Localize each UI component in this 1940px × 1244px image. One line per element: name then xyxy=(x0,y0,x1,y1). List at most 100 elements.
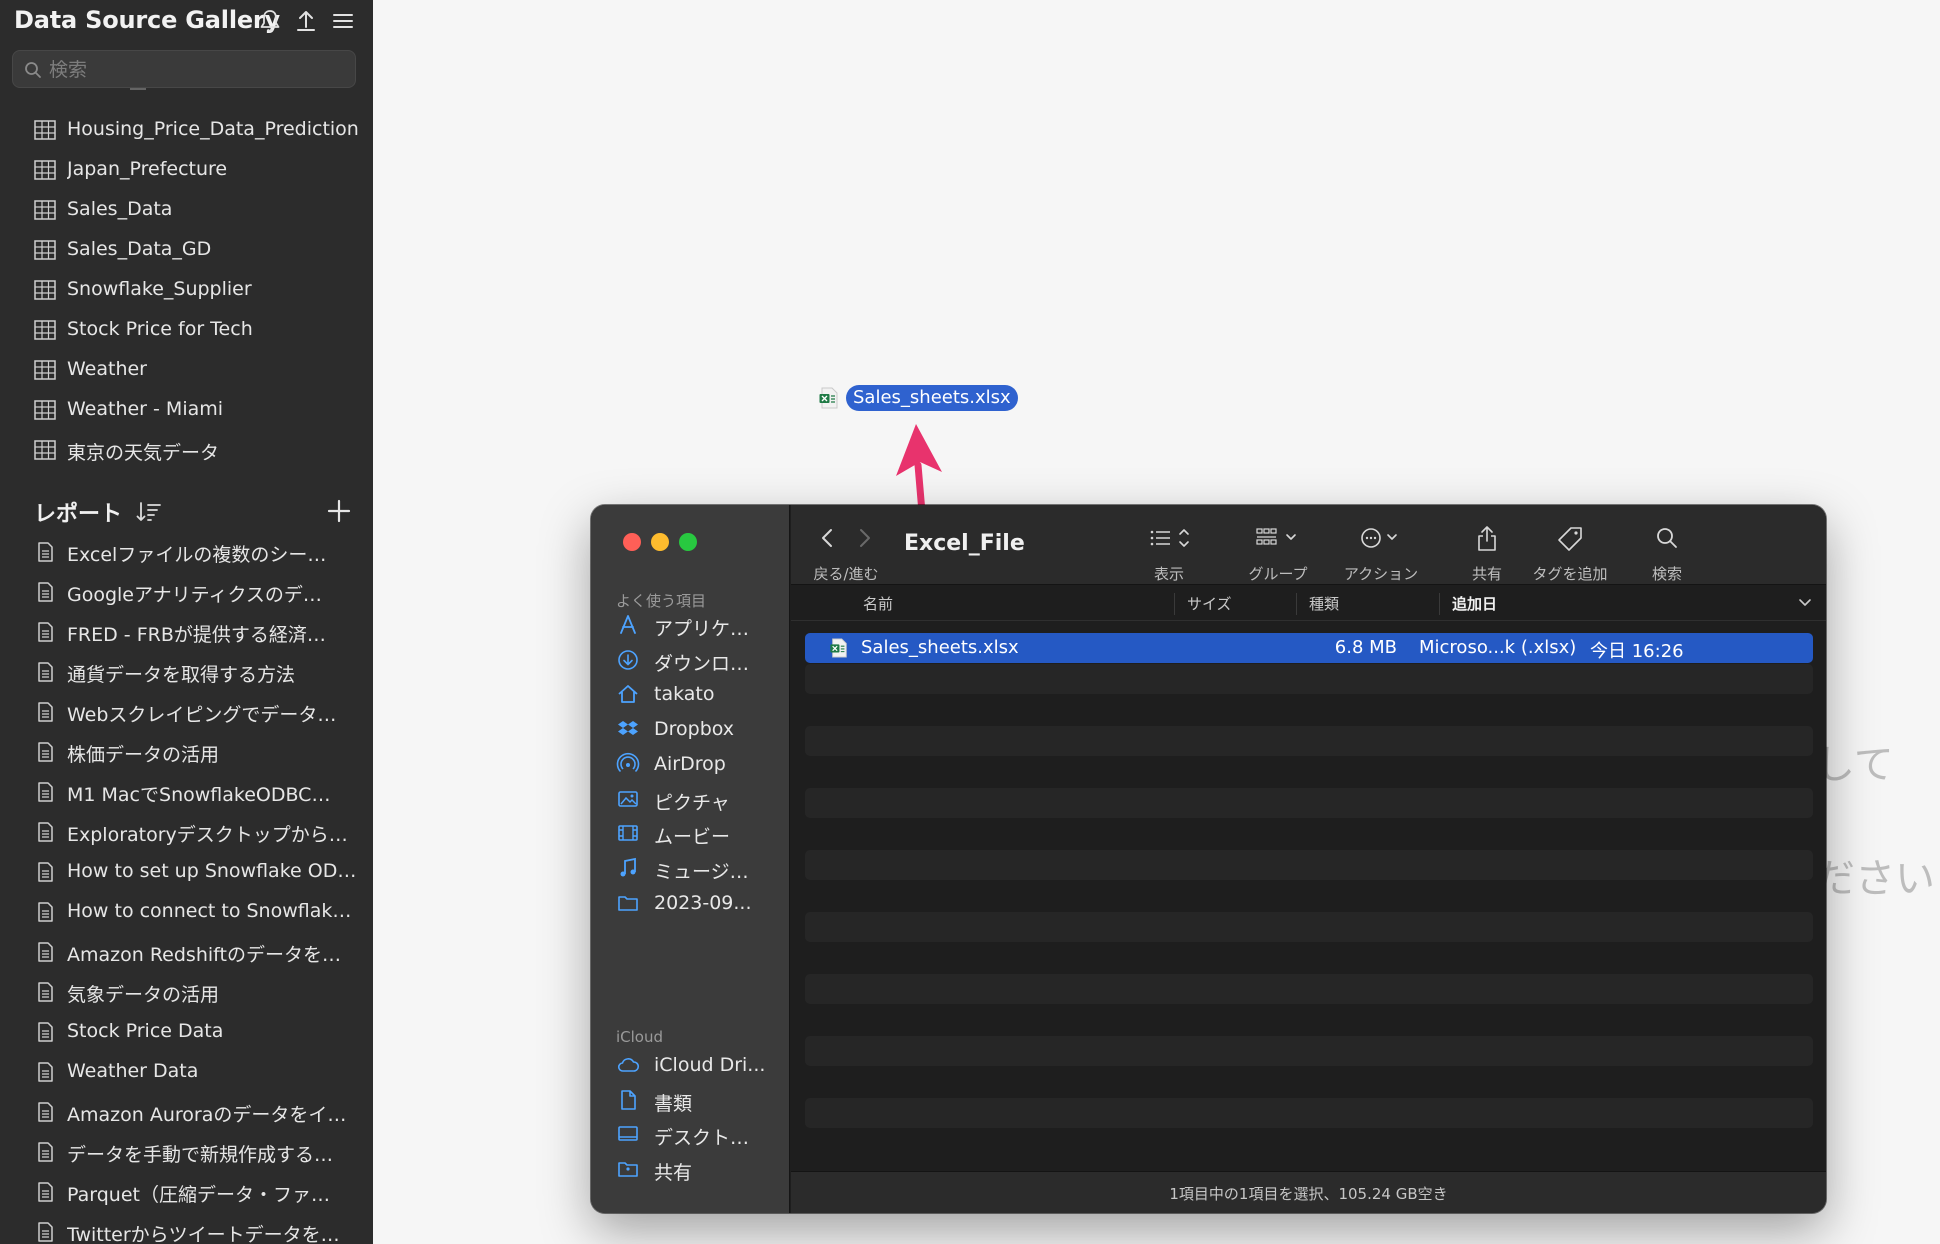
bell-icon[interactable] xyxy=(257,8,283,34)
menu-icon[interactable] xyxy=(330,8,356,34)
report-item[interactable]: Excelファイルの複数のシー… xyxy=(0,532,373,572)
table-icon xyxy=(34,160,56,180)
datasource-item-label: Weather xyxy=(67,358,147,380)
report-item[interactable]: M1 MacでSnowflakeODBC… xyxy=(0,772,373,812)
search-icon xyxy=(25,62,41,78)
view-button[interactable]: 表示 xyxy=(1143,525,1195,583)
finder-search-button[interactable]: 検索 xyxy=(1647,525,1687,583)
report-item[interactable]: Parquet（圧縮データ・ファ… xyxy=(0,1172,373,1212)
finder-sidebar-item-label: ムービー xyxy=(654,826,731,849)
column-name[interactable]: 名前 xyxy=(863,593,893,614)
finder-sidebar-item-label: 書類 xyxy=(654,1092,693,1115)
add-tag-caption: タグを追加 xyxy=(1532,565,1608,583)
datasource-item-label: Snowflake_Supplier xyxy=(67,278,252,300)
search-box[interactable] xyxy=(12,50,356,88)
datasource-item[interactable]: Weather xyxy=(0,350,373,390)
datasource-item[interactable]: Stock Price for Tech xyxy=(0,310,373,350)
finder-sidebar-item[interactable]: アプリケ… xyxy=(616,608,786,642)
datasource-item-label: Sales_Data xyxy=(67,198,173,220)
empty-row xyxy=(805,974,1813,1004)
report-item[interactable]: Googleアナリティクスのデ… xyxy=(0,572,373,612)
report-document-icon xyxy=(38,1222,53,1242)
report-document-icon xyxy=(38,582,53,602)
finder-sidebar-item[interactable]: 書類 xyxy=(616,1083,786,1117)
reports-header: レポート xyxy=(0,490,373,532)
finder-sidebar-item[interactable]: ダウンロ… xyxy=(616,643,786,677)
report-list: Excelファイルの複数のシー… Googleアナリティクスのデ… FRED - F… xyxy=(0,532,373,1244)
datasource-list: Housing_Price_Data_Prediction Japan_Prefe… xyxy=(0,110,373,470)
report-item-label: FRED - FRBが提供する経済… xyxy=(67,624,326,646)
finder-sidebar: よく使う項目 アプリケ… ダウンロ… takato Dropbox AirDrop ピクチ… xyxy=(591,505,790,1213)
datasource-item[interactable]: Japan_Prefecture xyxy=(0,150,373,190)
file-row[interactable]: Sales_sheets.xlsx 6.8 MB Microso...k (.xls… xyxy=(805,633,1813,663)
finder-sidebar-item[interactable]: AirDrop xyxy=(616,747,786,781)
report-item[interactable]: 通貨データを取得する方法 xyxy=(0,652,373,692)
report-item[interactable]: Amazon Auroraのデータをイ… xyxy=(0,1092,373,1132)
add-report-icon[interactable] xyxy=(326,498,352,524)
action-button[interactable]: アクション xyxy=(1341,525,1421,583)
minimize-window-button[interactable] xyxy=(651,533,669,551)
upload-icon[interactable] xyxy=(293,8,319,34)
close-window-button[interactable] xyxy=(623,533,641,551)
datasource-item-label: Stock Price for Tech xyxy=(67,318,253,340)
view-caption: 表示 xyxy=(1153,565,1185,583)
status-text: 1項目中の1項目を選択、105.24 GB空き xyxy=(1169,1185,1448,1203)
report-item-label: データを手動で新規作成する… xyxy=(67,1144,334,1166)
datasource-item-label: Weather - Miami xyxy=(67,398,224,420)
datasource-item[interactable]: Housing_Price_Data_Prediction xyxy=(0,110,373,150)
status-bar: 1項目中の1項目を選択、105.24 GB空き xyxy=(791,1171,1826,1213)
report-item[interactable]: 株価データの活用 xyxy=(0,732,373,772)
excel-file-icon xyxy=(819,387,838,409)
datasource-item[interactable]: Snowflake_Supplier xyxy=(0,270,373,310)
datasource-item[interactable]: 東京の天気データ xyxy=(0,430,373,470)
datasource-item[interactable]: Sales_Data_GD xyxy=(0,230,373,270)
sort-chevron-down-icon[interactable] xyxy=(1798,597,1812,609)
finder-sidebar-item[interactable]: 共有 xyxy=(616,1152,786,1186)
finder-sidebar-item[interactable]: Dropbox xyxy=(616,712,786,746)
finder-sidebar-item[interactable]: ピクチャ xyxy=(616,782,786,816)
report-item[interactable]: Stock Price Data xyxy=(0,1012,373,1052)
share-caption: 共有 xyxy=(1471,565,1503,583)
finder-sidebar-item[interactable]: デスクト… xyxy=(616,1117,786,1151)
column-date-added[interactable]: 追加日 xyxy=(1452,593,1497,614)
finder-sidebar-item[interactable]: iCloud Dri... xyxy=(616,1048,786,1082)
finder-sidebar-item[interactable]: takato xyxy=(616,677,786,711)
report-item[interactable]: Webスクレイピングでデータ… xyxy=(0,692,373,732)
column-size[interactable]: サイズ xyxy=(1187,593,1232,614)
report-item[interactable]: 気象データの活用 xyxy=(0,972,373,1012)
column-separator xyxy=(1174,593,1175,615)
finder-sidebar-item[interactable]: ムービー xyxy=(616,816,786,850)
add-tag-button[interactable]: タグを追加 xyxy=(1525,525,1615,583)
group-button[interactable]: グループ xyxy=(1243,525,1313,583)
share-button[interactable]: 共有 xyxy=(1467,525,1507,583)
report-item[interactable]: Weather Data xyxy=(0,1052,373,1092)
back-forward-button[interactable]: 戻る/進む xyxy=(811,525,881,583)
datasource-item[interactable]: Weather - Miami xyxy=(0,390,373,430)
app-title: Data Source Gallery xyxy=(14,6,281,34)
action-icon xyxy=(1361,528,1397,548)
sort-icon[interactable] xyxy=(136,500,162,524)
report-document-icon xyxy=(38,942,53,962)
report-item-label: Twitterからツイートデータを… xyxy=(67,1224,340,1244)
excel-file-icon xyxy=(830,638,847,658)
empty-row xyxy=(805,943,1813,973)
report-item[interactable]: データを手動で新規作成する… xyxy=(0,1132,373,1172)
report-item[interactable]: How to set up Snowflake OD… xyxy=(0,852,373,892)
datasource-item[interactable]: Sales_Data xyxy=(0,190,373,230)
column-kind[interactable]: 種類 xyxy=(1309,593,1339,614)
finder-sidebar-item[interactable]: 2023-09... xyxy=(616,886,786,920)
zoom-window-button[interactable] xyxy=(679,533,697,551)
empty-row xyxy=(805,850,1813,880)
finder-sidebar-item[interactable]: ミュージ… xyxy=(616,851,786,885)
magnifier-icon xyxy=(1657,528,1677,548)
report-item[interactable]: How to connect to Snowflak… xyxy=(0,892,373,932)
report-item[interactable]: Amazon Redshiftのデータを… xyxy=(0,932,373,972)
report-item[interactable]: FRED - FRBが提供する経済… xyxy=(0,612,373,652)
report-item[interactable]: Twitterからツイートデータを… xyxy=(0,1212,373,1244)
report-item[interactable]: Exploratoryデスクトップから… xyxy=(0,812,373,852)
search-input[interactable] xyxy=(49,55,345,85)
datasource-item-label: 東京の天気データ xyxy=(67,442,220,464)
empty-row xyxy=(805,1036,1813,1066)
scrolled-item-fragment xyxy=(130,88,146,92)
home-icon xyxy=(618,685,638,704)
